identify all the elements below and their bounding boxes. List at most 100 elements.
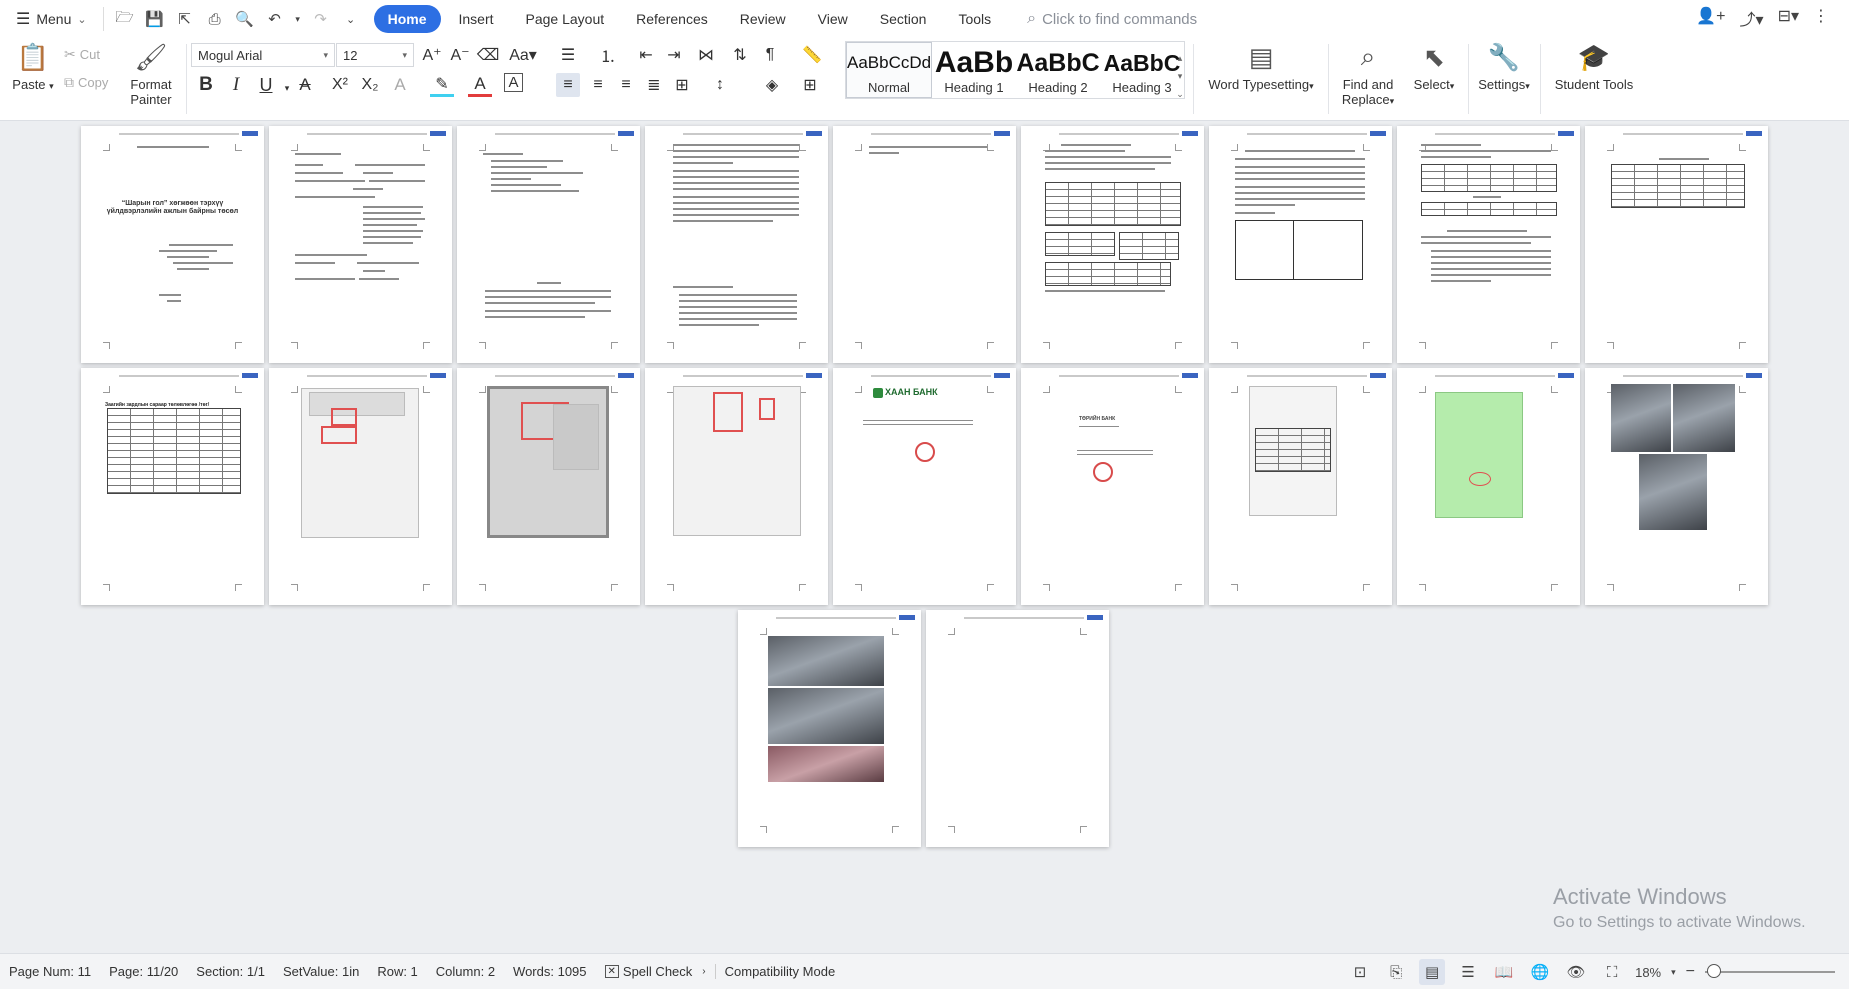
page-thumbnail-6[interactable]	[1021, 126, 1204, 363]
save-icon[interactable]: 💾	[142, 6, 168, 32]
share-icon[interactable]: ⤴▾	[1740, 6, 1764, 30]
italic-icon[interactable]: I	[224, 73, 248, 97]
export-icon[interactable]: ⇱	[172, 6, 198, 32]
open-folder-icon[interactable]: 🗁	[112, 6, 138, 32]
page-thumbnail-5[interactable]	[833, 126, 1016, 363]
page-thumbnail-13[interactable]	[645, 368, 828, 605]
more-options-icon[interactable]: ⊟▾	[1778, 6, 1799, 30]
spell-check-button[interactable]: ✕ Spell Check ›	[596, 964, 715, 979]
grow-font-icon[interactable]: A⁺	[420, 43, 444, 67]
distributed-icon[interactable]: ⊞	[670, 73, 694, 97]
page-thumbnail-20[interactable]	[926, 610, 1109, 847]
cut-button[interactable]: ✂ Cut	[64, 46, 100, 63]
page-thumbnail-11[interactable]	[269, 368, 452, 605]
fit-page-icon[interactable]: ⛶	[1599, 959, 1625, 985]
find-replace-button[interactable]: ⌕ Find and Replace▾	[1336, 41, 1400, 107]
print-preview-icon[interactable]: 🔍	[232, 6, 258, 32]
copy-button[interactable]: ⧉ Copy	[64, 74, 108, 91]
zoom-level[interactable]: 18%	[1635, 965, 1661, 980]
bulleted-list-icon[interactable]: ☰	[556, 43, 580, 67]
borders-icon[interactable]: ⊞	[798, 73, 822, 97]
page-thumbnail-14[interactable]: ХААН БАНК	[833, 368, 1016, 605]
word-typesetting-button[interactable]: ▤ Word Typesetting▾	[1205, 41, 1317, 93]
status-column[interactable]: Column: 2	[427, 964, 504, 979]
superscript-icon[interactable]: X²	[328, 73, 352, 97]
chinese-layout-icon[interactable]: ⋈	[694, 43, 718, 67]
ruler-icon[interactable]: 📏	[800, 43, 824, 67]
tab-review[interactable]: Review	[726, 5, 800, 33]
chevron-down-icon[interactable]: ▾	[1671, 967, 1676, 978]
customize-toolbar-icon[interactable]: ⌄	[338, 6, 364, 32]
style-normal[interactable]: AaBbCcDd Normal	[846, 42, 932, 98]
eye-protection-icon[interactable]: 👁	[1563, 959, 1589, 985]
tab-references[interactable]: References	[622, 5, 722, 33]
subscript-icon[interactable]: X₂	[358, 73, 382, 97]
reading-icon[interactable]: ⎘	[1383, 959, 1409, 985]
print-icon[interactable]: ⎙	[202, 6, 228, 32]
status-page-num[interactable]: Page Num: 11	[0, 964, 100, 979]
shading-icon[interactable]: ◈	[760, 73, 784, 97]
page-thumbnail-7[interactable]	[1209, 126, 1392, 363]
line-spacing-icon[interactable]: ↕	[708, 73, 732, 97]
styles-more-icon[interactable]: ⌄	[1173, 82, 1187, 106]
page-view-icon[interactable]: ▤	[1419, 959, 1446, 985]
increase-indent-icon[interactable]: ⇥	[662, 43, 686, 67]
student-tools-button[interactable]: 🎓 Student Tools	[1548, 41, 1640, 93]
main-menu-button[interactable]: ☰ Menu ⌄	[0, 5, 95, 33]
align-center-icon[interactable]: ≡	[586, 73, 610, 97]
status-page[interactable]: Page: 11/20	[100, 964, 187, 979]
outline-view-icon[interactable]: ☰	[1455, 959, 1481, 985]
document-area[interactable]: “Шарын гол” хөгжөөн тэрхүү үйлдвэрлэлийн…	[0, 122, 1849, 953]
style-heading-2[interactable]: AaBbC Heading 2	[1016, 42, 1100, 98]
page-thumbnail-18[interactable]	[1585, 368, 1768, 605]
page-thumbnail-10[interactable]: Заагийн зардлын сараар төлөвлөгөө /төг/	[81, 368, 264, 605]
clear-format-icon[interactable]: ⌫	[476, 43, 500, 67]
zoom-out-icon[interactable]: −	[1686, 963, 1695, 981]
bold-icon[interactable]: B	[194, 73, 218, 97]
page-thumbnail-12[interactable]	[457, 368, 640, 605]
align-right-icon[interactable]: ≡	[614, 73, 638, 97]
tab-home[interactable]: Home	[373, 5, 441, 33]
tab-insert[interactable]: Insert	[445, 5, 508, 33]
overflow-icon[interactable]: ⋮	[1813, 6, 1829, 30]
strikethrough-icon[interactable]: A	[293, 73, 317, 97]
page-thumbnail-8[interactable]	[1397, 126, 1580, 363]
numbered-list-icon[interactable]: ⒈	[596, 43, 620, 67]
undo-icon[interactable]: ↶	[262, 6, 288, 32]
character-border-icon[interactable]: A	[504, 73, 523, 92]
tab-view[interactable]: View	[804, 5, 862, 33]
shrink-font-icon[interactable]: A⁻	[448, 43, 472, 67]
justify-icon[interactable]: ≣	[642, 73, 666, 97]
page-thumbnail-3[interactable]	[457, 126, 640, 363]
font-name-select[interactable]: Mogul Arial ▾	[191, 43, 335, 67]
select-button[interactable]: ⬉ Select▾	[1408, 41, 1460, 93]
page-thumbnail-4[interactable]	[645, 126, 828, 363]
decrease-indent-icon[interactable]: ⇤	[634, 43, 658, 67]
paste-button[interactable]: 📋 Paste ▾	[8, 41, 58, 93]
web-view-icon[interactable]: 🌐	[1527, 959, 1553, 985]
tab-section[interactable]: Section	[866, 5, 941, 33]
status-words[interactable]: Words: 1095	[504, 964, 595, 979]
status-row[interactable]: Row: 1	[368, 964, 426, 979]
align-left-icon[interactable]: ≡	[556, 73, 580, 97]
page-thumbnail-1[interactable]: “Шарын гол” хөгжөөн тэрхүү үйлдвэрлэлийн…	[81, 126, 264, 363]
font-size-select[interactable]: 12 ▾	[336, 43, 414, 67]
highlight-icon[interactable]: ✎	[430, 73, 454, 97]
font-color-icon[interactable]: A	[468, 73, 492, 97]
add-user-icon[interactable]: 👤+	[1696, 6, 1725, 30]
show-marks-icon[interactable]: ¶	[758, 43, 782, 67]
style-heading-1[interactable]: AaBb Heading 1	[932, 42, 1016, 98]
zoom-slider[interactable]	[1705, 964, 1835, 978]
tab-page-layout[interactable]: Page Layout	[512, 5, 619, 33]
text-effect-icon[interactable]: A	[388, 73, 412, 97]
page-thumbnail-16[interactable]	[1209, 368, 1392, 605]
format-painter-button[interactable]: 🖌 Format Painter	[126, 41, 176, 108]
redo-icon[interactable]: ↷	[308, 6, 334, 32]
status-set-value[interactable]: SetValue: 1in	[274, 964, 368, 979]
page-thumbnail-15[interactable]: ТӨРИЙН БАНК	[1021, 368, 1204, 605]
settings-button[interactable]: 🔧 Settings▾	[1474, 41, 1534, 93]
tab-tools[interactable]: Tools	[944, 5, 1005, 33]
page-thumbnail-19[interactable]	[738, 610, 921, 847]
sort-icon[interactable]: ⇅	[728, 43, 752, 67]
undo-dropdown-icon[interactable]: ▾	[292, 6, 304, 32]
